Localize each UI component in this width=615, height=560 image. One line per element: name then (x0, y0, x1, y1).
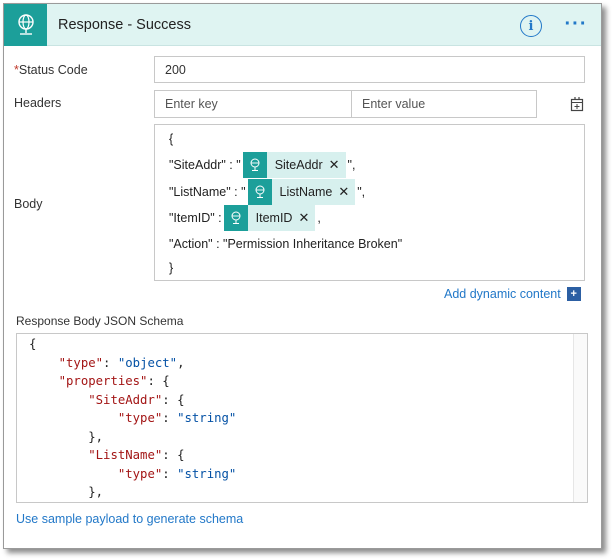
json-punct: : (162, 411, 178, 425)
body-close-brace: } (169, 261, 174, 275)
token-label: ListName (279, 185, 333, 199)
globe-icon (242, 152, 267, 178)
schema-code-line: "type": "string" (29, 411, 236, 425)
remove-token-icon[interactable]: ✕ (298, 210, 315, 226)
schema-code-line: "SiteAddr": { (29, 392, 185, 407)
json-string: "string" (177, 466, 237, 481)
json-punct: : (103, 355, 118, 370)
header-value-placeholder: Enter value (362, 97, 426, 111)
json-key: "ListName" (88, 448, 163, 462)
body-line-suffix: ", (347, 158, 356, 172)
token-label: ItemID (255, 211, 293, 225)
body-line-listname: "ListName" : " ListName ✕ ", (169, 179, 365, 205)
body-editor[interactable]: { "SiteAddr" : " SiteAddr ✕ ", "ListName… (154, 124, 585, 281)
header-key-placeholder: Enter key (165, 97, 218, 111)
body-label: Body (14, 197, 43, 211)
schema-scrollbar[interactable] (573, 334, 587, 502)
body-line-action: "Action" : "Permission Inheritance Broke… (169, 237, 403, 251)
add-dynamic-content-link[interactable]: Add dynamic content + (444, 287, 581, 301)
body-line-suffix: ", (357, 185, 366, 199)
json-key: "properties" (58, 374, 148, 388)
response-action-card: Response - Success i ··· *Status Code 20… (3, 3, 602, 549)
header-key-input[interactable]: Enter key (154, 90, 352, 118)
schema-code-line: }, (29, 485, 103, 499)
body-line-siteaddr: "SiteAddr" : " SiteAddr ✕ ", (169, 152, 355, 178)
json-punct: : { (162, 448, 185, 462)
status-code-label-text: Status Code (18, 63, 88, 77)
schema-code-line: "type": "string" (29, 467, 236, 481)
status-code-value: 200 (165, 62, 186, 77)
globe-icon (4, 4, 47, 46)
remove-token-icon[interactable]: ✕ (329, 157, 346, 173)
remove-token-icon[interactable]: ✕ (338, 184, 355, 200)
token-label: SiteAddr (274, 158, 323, 172)
add-dynamic-content-label: Add dynamic content (444, 287, 561, 301)
schema-code-line: }, (29, 430, 103, 444)
json-punct: { (29, 337, 37, 351)
headers-label: Headers (14, 96, 62, 110)
schema-code-line: "type": "object", (29, 356, 185, 370)
json-key: "type" (117, 466, 163, 481)
json-punct: : { (162, 392, 185, 407)
json-punct: : (162, 466, 178, 481)
editor-gutter (17, 334, 27, 502)
json-string: "object" (117, 355, 178, 370)
json-key: "type" (58, 355, 104, 370)
json-punct: }, (88, 485, 104, 499)
schema-code-line: { (29, 337, 36, 351)
dynamic-token-listname[interactable]: ListName ✕ (247, 179, 356, 205)
switch-to-text-mode-icon[interactable] (570, 96, 584, 112)
dynamic-token-itemid[interactable]: ItemID ✕ (223, 205, 316, 231)
info-icon[interactable]: i (520, 15, 542, 37)
schema-editor[interactable]: { "type": "object", "properties": { "Sit… (16, 333, 588, 503)
globe-icon (223, 205, 248, 231)
json-key: "SiteAddr" (88, 392, 163, 407)
status-code-label: *Status Code (14, 63, 88, 77)
json-key: "type" (117, 411, 163, 425)
schema-code-line: "properties": { (29, 374, 170, 388)
schema-code-line: "ListName": { (29, 448, 185, 462)
body-line-prefix: "SiteAddr" : " (169, 158, 241, 172)
body-open-brace: { (169, 132, 174, 146)
body-line-prefix: "ItemID" : (169, 211, 222, 225)
globe-icon (247, 179, 272, 205)
more-options-button[interactable]: ··· (562, 13, 590, 35)
plus-icon: + (566, 287, 581, 301)
json-string: "string" (177, 411, 237, 425)
json-punct: }, (88, 429, 104, 444)
json-punct: : { (147, 374, 170, 388)
body-line-prefix: "ListName" : " (169, 185, 246, 199)
json-punct: , (177, 355, 185, 370)
card-header[interactable]: Response - Success i ··· (4, 4, 601, 46)
status-code-input[interactable]: 200 (154, 56, 585, 83)
dynamic-token-siteaddr[interactable]: SiteAddr ✕ (242, 152, 346, 178)
card-title: Response - Success (58, 17, 191, 33)
body-line-suffix: , (317, 211, 321, 225)
header-value-input[interactable]: Enter value (351, 90, 537, 118)
schema-label: Response Body JSON Schema (16, 314, 184, 328)
use-sample-payload-link[interactable]: Use sample payload to generate schema (16, 512, 243, 526)
body-line-itemid: "ItemID" : ItemID ✕ , (169, 205, 321, 231)
